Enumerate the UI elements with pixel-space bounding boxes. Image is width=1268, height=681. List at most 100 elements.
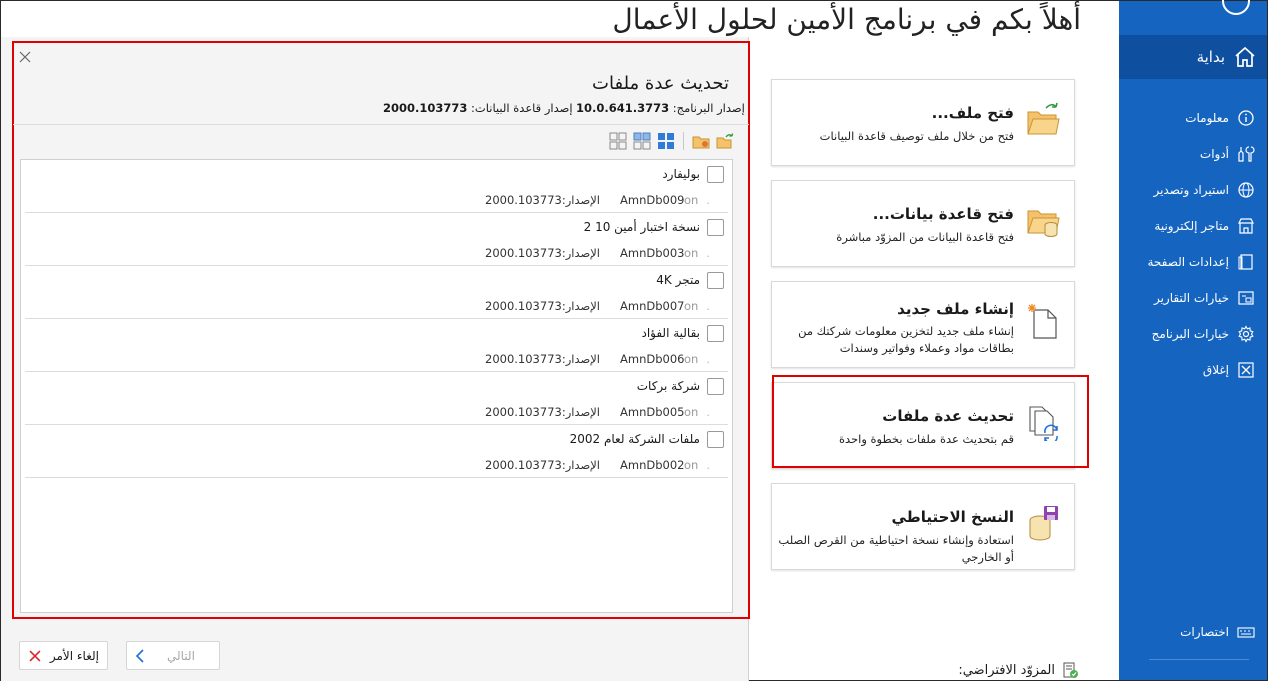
row-meta: 2000.103773 الإصدار: AmnDb005 on . <box>485 405 710 419</box>
sidebar-divider <box>1149 659 1249 660</box>
chevron-left-icon <box>135 648 144 663</box>
sidebar-item-import-export[interactable]: استيراد وتصدير <box>1119 175 1267 205</box>
report-options-icon <box>1238 291 1254 305</box>
row-version: 2000.103773 <box>485 352 562 366</box>
open-folder-icon[interactable] <box>716 132 734 150</box>
row-company-name: متجر 4K <box>656 273 700 287</box>
row-company-name: بوليفارد <box>662 167 700 181</box>
list-item[interactable]: نسخة اختبار أمين 10 2 2000.103773 الإصدا… <box>25 213 728 266</box>
next-label: التالي <box>167 648 195 663</box>
sidebar-item-tools[interactable]: أدوات <box>1119 139 1267 169</box>
row-server: on <box>684 405 699 419</box>
sidebar-item-label: اختصارات <box>1180 625 1229 639</box>
sidebar-item-info[interactable]: معلومات <box>1119 103 1267 133</box>
sidebar-item-label: استيراد وتصدير <box>1153 183 1229 197</box>
row-checkbox[interactable] <box>707 378 724 395</box>
row-checkbox[interactable] <box>707 166 724 183</box>
close-icon[interactable] <box>17 49 33 65</box>
sidebar-item-shortcuts[interactable]: اختصارات <box>1119 617 1267 647</box>
row-version-label: الإصدار: <box>561 299 601 313</box>
program-version-value: 10.0.641.3773 <box>576 101 670 115</box>
row-dot: . <box>706 246 710 260</box>
sidebar-item-label: بداية <box>1196 48 1225 66</box>
toolbar-separator <box>683 132 684 150</box>
row-version-label: الإصدار: <box>561 246 601 260</box>
card-open-file[interactable]: فتح ملف... فتح من خلال ملف توصيف قاعدة ا… <box>771 79 1075 166</box>
card-title: فتح قاعدة بيانات... <box>872 205 1014 223</box>
home-icon <box>1235 46 1255 67</box>
list-item[interactable]: بقالية الفؤاد 2000.103773 الإصدار: AmnDb… <box>25 319 728 372</box>
row-server: on <box>684 299 699 313</box>
view-small-icons-icon[interactable] <box>609 132 627 150</box>
row-checkbox[interactable] <box>707 272 724 289</box>
row-version: 2000.103773 <box>485 246 562 260</box>
card-desc: استعادة وإنشاء نسخة احتياطية من القرص ال… <box>778 533 1014 564</box>
row-server: on <box>684 246 699 260</box>
row-db-name: AmnDb009 <box>620 193 685 207</box>
sidebar-item-program-options[interactable]: خيارات البرنامج <box>1119 319 1267 349</box>
page-title: أهلاً بكم في برنامج الأمين لحلول الأعمال <box>612 3 1081 36</box>
folder-add-icon[interactable] <box>692 132 710 150</box>
row-version-label: الإصدار: <box>561 458 601 472</box>
page-setup-icon <box>1238 254 1253 270</box>
row-db-name: AmnDb005 <box>620 405 685 419</box>
card-desc: فتح قاعدة البيانات من المزوّد مباشرة <box>836 230 1014 244</box>
view-large-icons-icon[interactable] <box>657 132 675 150</box>
back-button[interactable] <box>1222 0 1250 15</box>
program-version-label: إصدار البرنامج: <box>672 101 745 115</box>
card-open-database[interactable]: فتح قاعدة بيانات... فتح قاعدة البيانات م… <box>771 180 1075 267</box>
cancel-x-icon <box>29 649 41 662</box>
row-version: 2000.103773 <box>485 458 562 472</box>
sidebar-item-label: متاجر إلكترونية <box>1154 219 1229 233</box>
sidebar: بداية معلومات أدوات استيراد وتصدير متاجر… <box>1119 0 1267 680</box>
row-company-name: ملفات الشركة لعام 2002 <box>569 432 700 446</box>
row-checkbox[interactable] <box>707 219 724 236</box>
card-desc: إنشاء ملف جديد لتخزين معلومات شركتك من ب… <box>798 324 1014 355</box>
row-version-label: الإصدار: <box>561 193 601 207</box>
row-meta: 2000.103773 الإصدار: AmnDb003 on . <box>485 246 710 260</box>
row-version: 2000.103773 <box>485 299 562 313</box>
sidebar-item-label: أدوات <box>1199 147 1229 161</box>
row-dot: . <box>706 405 710 419</box>
list-item[interactable]: بوليفارد 2000.103773 الإصدار: AmnDb009 o… <box>25 160 728 213</box>
cancel-label: إلغاء الأمر <box>49 648 99 663</box>
default-provider: المزوّد الافتراضي: <box>951 661 1079 679</box>
list-item[interactable]: شركة بركات 2000.103773 الإصدار: AmnDb005… <box>25 372 728 425</box>
sidebar-item-close[interactable]: إغلاق <box>1119 355 1267 385</box>
view-medium-icons-icon[interactable] <box>633 132 651 150</box>
list-item[interactable]: متجر 4K 2000.103773 الإصدار: AmnDb007 on… <box>25 266 728 319</box>
row-company-name: بقالية الفؤاد <box>641 326 700 340</box>
files-list: بوليفارد 2000.103773 الإصدار: AmnDb009 o… <box>20 159 733 613</box>
sidebar-item-page-setup[interactable]: إعدادات الصفحة <box>1119 247 1267 277</box>
sidebar-item-report-options[interactable]: خيارات التقارير <box>1119 283 1267 313</box>
sidebar-item-online-stores[interactable]: متاجر إلكترونية <box>1119 211 1267 241</box>
new-file-icon <box>1028 304 1057 339</box>
open-folder-icon <box>1027 102 1060 135</box>
folder-database-icon <box>1027 210 1060 237</box>
sidebar-item-home[interactable]: بداية <box>1119 35 1267 79</box>
card-new-file[interactable]: إنشاء ملف جديد إنشاء ملف جديد لتخزين معل… <box>771 281 1075 368</box>
cancel-button[interactable]: إلغاء الأمر <box>19 641 108 670</box>
highlight-frame <box>772 375 1089 468</box>
card-title: فتح ملف... <box>931 104 1014 122</box>
close-box-icon <box>1238 362 1254 378</box>
next-button[interactable]: التالي <box>126 641 220 670</box>
row-meta: 2000.103773 الإصدار: AmnDb006 on . <box>485 352 710 366</box>
card-title: النسخ الاحتياطي <box>891 508 1015 526</box>
row-dot: . <box>706 352 710 366</box>
row-checkbox[interactable] <box>707 325 724 342</box>
row-server: on <box>684 352 699 366</box>
row-db-name: AmnDb002 <box>620 458 685 472</box>
row-dot: . <box>706 193 710 207</box>
row-db-name: AmnDb003 <box>620 246 685 260</box>
card-backup[interactable]: النسخ الاحتياطي استعادة وإنشاء نسخة احتي… <box>771 483 1075 570</box>
row-checkbox[interactable] <box>707 431 724 448</box>
row-version-label: الإصدار: <box>561 352 601 366</box>
backup-icon <box>1029 506 1058 541</box>
row-version-label: الإصدار: <box>561 405 601 419</box>
list-item[interactable]: ملفات الشركة لعام 2002 2000.103773 الإصد… <box>25 425 728 478</box>
row-db-name: AmnDb007 <box>620 299 685 313</box>
dialog-title: تحديث عدة ملفات <box>592 73 729 94</box>
default-provider-label: المزوّد الافتراضي: <box>958 662 1055 678</box>
program-version: إصدار البرنامج: 10.0.641.3773 <box>576 101 745 115</box>
